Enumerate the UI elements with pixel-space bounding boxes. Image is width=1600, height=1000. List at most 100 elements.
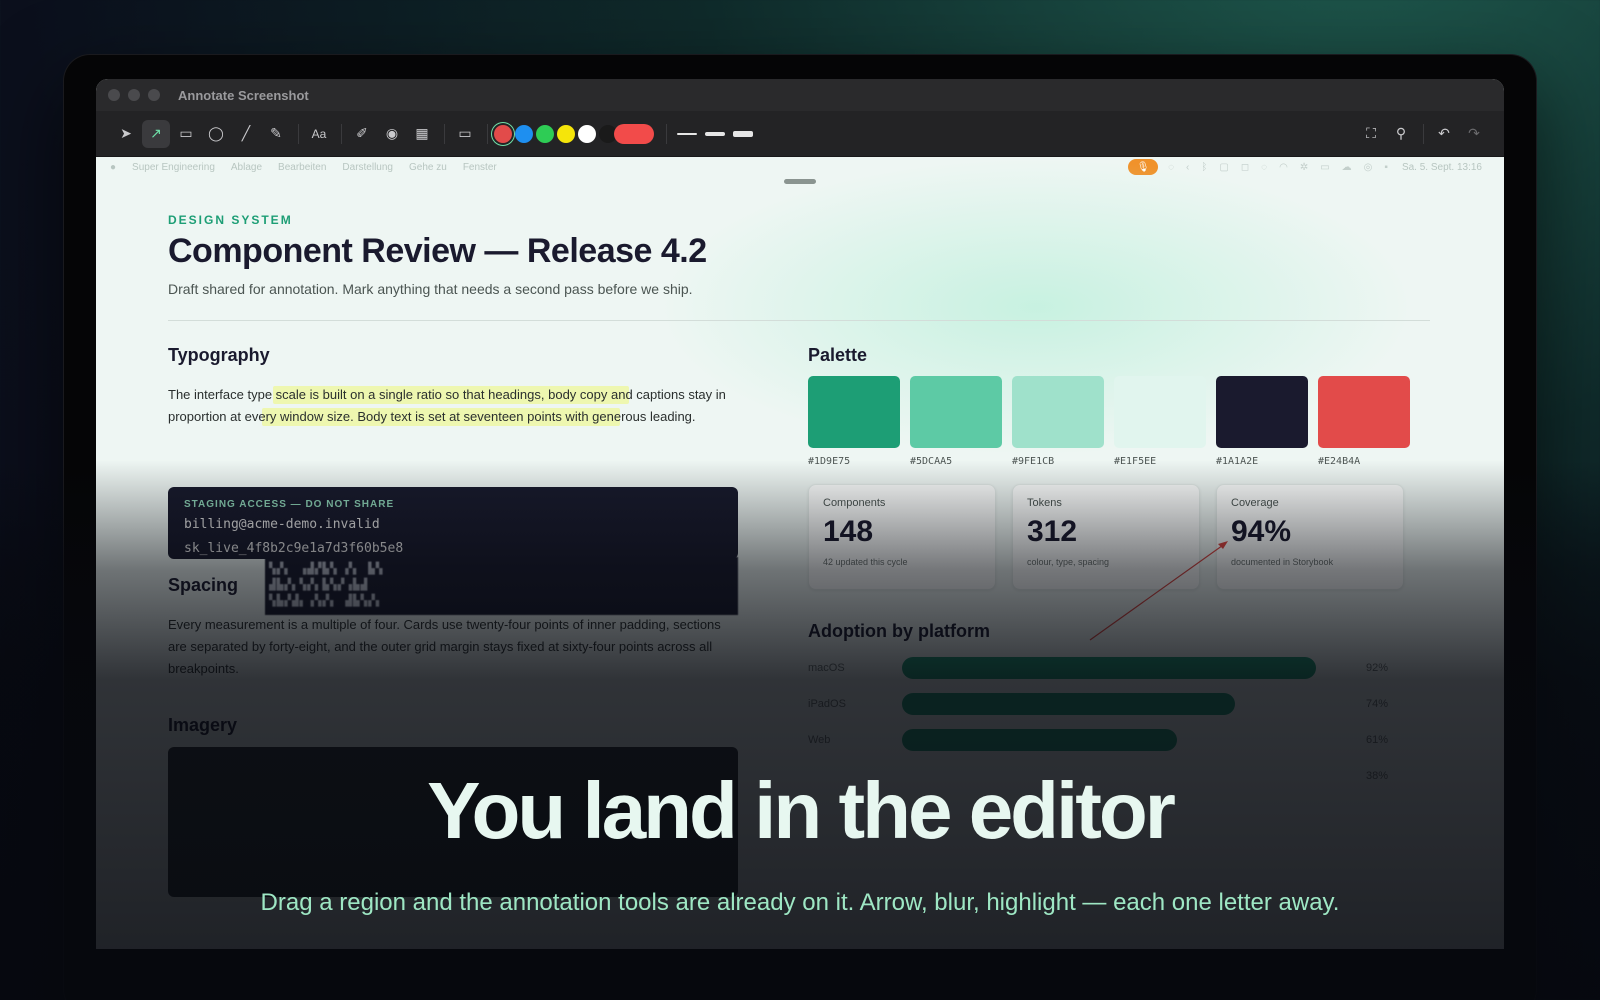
- platform-label: macOS: [808, 662, 845, 674]
- pixelate-tool-button[interactable]: ▦: [408, 120, 436, 148]
- line-icon: ╱: [241, 125, 251, 141]
- highlighter-icon: ✐: [356, 125, 368, 141]
- pixelate-annotation[interactable]: ▚▞▖ ▗▟▞▙▚ ▞▖ ▙▚ ▟▙▞▖▚▞▖▙▚▞▗▙▟ ▚▙▞▟▖▗▚▞▖ …: [265, 557, 738, 615]
- redact-icon: ▭: [458, 125, 472, 141]
- color-swatch-white[interactable]: [578, 124, 596, 143]
- freehand-tool-button[interactable]: ✎: [262, 120, 290, 148]
- title-bar: Annotate Screenshot: [96, 79, 1504, 111]
- apple-icon: ●: [110, 161, 117, 173]
- palette-swatch: #E1F5EE: [1114, 376, 1206, 467]
- text-tool-button[interactable]: Aa: [305, 120, 333, 148]
- select-tool-button[interactable]: ➤: [112, 120, 140, 148]
- promo-headline: You land in the editor: [427, 766, 1176, 855]
- cursor-icon: ➤: [120, 125, 132, 141]
- bar-track: [902, 693, 1352, 715]
- toolbar-divider: [666, 123, 667, 144]
- stat-label: Tokens: [1027, 497, 1062, 509]
- adoption-row: Web 61%: [808, 729, 1408, 751]
- color-swatch-blue[interactable]: [515, 124, 533, 143]
- pixelated-line: ▚▞▖ ▗▟▞▙▚ ▞▖ ▙▚: [269, 562, 384, 575]
- grid-icon: ▦: [415, 125, 429, 141]
- bar-track: [902, 729, 1352, 751]
- toolbar-right-group: ⛶ ⚲ ↶ ↷: [1357, 120, 1504, 148]
- active-color-pill[interactable]: [614, 123, 654, 144]
- swatch-chip: [1114, 376, 1206, 448]
- redact-tool-button[interactable]: ▭: [451, 120, 479, 148]
- undo-icon: ↶: [1438, 125, 1450, 141]
- stat-note: 42 updated this cycle: [823, 557, 908, 567]
- promo-subline: Drag a region and the annotation tools a…: [260, 889, 1340, 916]
- page-title: Component Review — Release 4.2: [168, 232, 707, 270]
- spacing-heading: Spacing: [168, 575, 239, 595]
- close-window-button[interactable]: [108, 89, 120, 101]
- undo-button[interactable]: ↶: [1430, 120, 1458, 148]
- page-subtitle: Draft shared for annotation. Mark anythi…: [168, 281, 693, 297]
- spacing-line: Every measurement is a multiple of four.…: [168, 617, 721, 632]
- color-swatch-red[interactable]: [494, 124, 512, 143]
- palette-swatch: #9FE1CB: [1012, 376, 1104, 467]
- spacing-line: breakpoints.: [168, 661, 239, 676]
- pin-button[interactable]: ⚲: [1387, 120, 1415, 148]
- swatch-chip: [1318, 376, 1410, 448]
- blur-tool-button[interactable]: ◉: [378, 120, 406, 148]
- stroke-medium-button[interactable]: [701, 120, 729, 148]
- stroke-thin-button[interactable]: [673, 120, 701, 148]
- line-tool-button[interactable]: ╱: [232, 120, 260, 148]
- redo-button[interactable]: ↷: [1460, 120, 1488, 148]
- spacing-line: are separated by forty-eight, and the ou…: [168, 639, 713, 654]
- bar-fill: [902, 657, 1316, 679]
- section-divider: [168, 320, 1430, 321]
- scan-icon: ⛶: [1366, 125, 1376, 141]
- toolbar-divider: [444, 123, 445, 144]
- swatch-hex: #5DCAA5: [910, 456, 953, 467]
- swatch-hex: #E1F5EE: [1114, 456, 1157, 467]
- menu-item: Gehe zu: [409, 161, 447, 173]
- palette-swatch: #5DCAA5: [910, 376, 1002, 467]
- ellipse-icon: ◯: [208, 125, 224, 141]
- palette-swatch: #1D9E75: [808, 376, 900, 467]
- platform-label: Web: [808, 734, 831, 746]
- palette-swatches: #1D9E75 #5DCAA5 #9FE1CB #E1F5EE #1A1A2E …: [808, 376, 1410, 467]
- bar-fill: [902, 729, 1177, 751]
- platform-label: iPadOS: [808, 698, 846, 710]
- stat-label: Components: [823, 497, 886, 509]
- palette-heading: Palette: [808, 345, 868, 365]
- bar-percent: 61%: [1366, 734, 1389, 746]
- stat-card: Coverage 94% documented in Storybook: [1216, 484, 1404, 590]
- adoption-row: macOS 92%: [808, 657, 1408, 679]
- stat-card: Components 148 42 updated this cycle: [808, 484, 996, 590]
- highlighter-tool-button[interactable]: ✐: [348, 120, 376, 148]
- palette-swatch: #E24B4A: [1318, 376, 1410, 467]
- zoom-window-button[interactable]: [148, 89, 160, 101]
- credentials-card: STAGING ACCESS — DO NOT SHARE billing@ac…: [168, 487, 738, 559]
- stroke-thick-button[interactable]: [729, 120, 757, 148]
- menu-item: Super Engineering: [132, 161, 215, 173]
- credentials-key: sk_live_4f8b2c9e1a7d3f60b5e8: [184, 541, 404, 556]
- swatch-chip: [1012, 376, 1104, 448]
- bar-track: [902, 657, 1352, 679]
- credentials-email: billing@acme-demo.invalid: [184, 517, 380, 532]
- text-icon: Aa: [311, 126, 327, 141]
- pixelated-line: ▟▙▞▖▚▞▖▙▚▞▗▙▟: [269, 578, 369, 591]
- adoption-row: iPadOS 74%: [808, 693, 1408, 715]
- ellipse-tool-button[interactable]: ◯: [202, 120, 230, 148]
- color-swatch-green[interactable]: [536, 124, 554, 143]
- typography-line: proportion at every window size. Body te…: [168, 409, 696, 424]
- swatch-hex: #1A1A2E: [1216, 456, 1259, 467]
- swatch-chip: [910, 376, 1002, 448]
- typography-line: The interface type scale is built on a s…: [168, 387, 726, 402]
- stats-row: Components 148 42 updated this cycle Tok…: [808, 484, 1404, 590]
- toolbar-divider: [1423, 123, 1424, 144]
- color-swatch-yellow[interactable]: [557, 124, 575, 143]
- capture-button[interactable]: ⛶: [1357, 120, 1385, 148]
- typography-heading: Typography: [168, 345, 270, 365]
- rectangle-tool-button[interactable]: ▭: [172, 120, 200, 148]
- stat-card: Tokens 312 colour, type, spacing: [1012, 484, 1200, 590]
- window-controls: [108, 89, 160, 101]
- bar-fill: [902, 693, 1235, 715]
- minimize-window-button[interactable]: [128, 89, 140, 101]
- window-title: Annotate Screenshot: [178, 87, 309, 103]
- annotation-toolbar: ➤ ↗ ▭ ◯ ╱ ✎ Aa ✐ ◉ ▦ ▭ ⛶ ⚲ ↶ ↷: [96, 111, 1504, 157]
- arrow-tool-button[interactable]: ↗: [142, 119, 170, 148]
- toolbar-divider: [341, 123, 342, 144]
